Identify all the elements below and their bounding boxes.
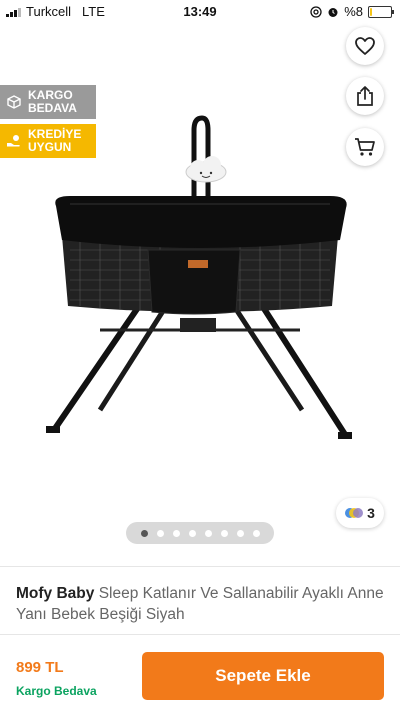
product-title: Mofy Baby Sleep Katlanır Ve Sallanabilir…: [16, 583, 384, 625]
battery-percent: %8: [344, 4, 363, 19]
color-variants-button[interactable]: 3: [336, 498, 384, 528]
pagination-dot[interactable]: [172, 529, 180, 537]
at-sign-icon: [310, 5, 322, 18]
divider-top: [0, 566, 400, 567]
pagination-dot[interactable]: [156, 529, 164, 537]
back-button[interactable]: [22, 30, 56, 60]
hand-coin-icon: [7, 135, 20, 147]
bottom-bar: 899 TL Kargo Bedava Sepete Ekle: [0, 636, 400, 711]
product-image[interactable]: [40, 110, 360, 450]
pagination-dot[interactable]: [204, 529, 212, 537]
status-right: %8: [310, 4, 394, 19]
image-pagination: [126, 522, 274, 544]
color-variant-count: 3: [367, 505, 375, 521]
pagination-dot[interactable]: [236, 529, 244, 537]
pagination-dot[interactable]: [140, 529, 148, 537]
share-icon: [357, 86, 373, 106]
battery-icon: [368, 5, 394, 18]
pagination-dot[interactable]: [220, 529, 228, 537]
add-to-cart-button[interactable]: Sepete Ekle: [142, 652, 384, 700]
arrow-left-icon: [27, 34, 52, 56]
shipping-info: Kargo Bedava: [16, 684, 97, 698]
price: 899 TL: [16, 659, 64, 676]
pagination-dot[interactable]: [252, 529, 260, 537]
pagination-dot[interactable]: [188, 529, 196, 537]
favorite-button[interactable]: [346, 27, 384, 65]
brand-name[interactable]: Mofy Baby: [16, 585, 94, 602]
alarm-icon: [328, 7, 338, 17]
color-swatch-icon: [345, 508, 364, 518]
heart-icon: [355, 37, 375, 55]
status-bar: Turkcell LTE 13:49 %8: [0, 0, 400, 22]
divider-bottom: [0, 634, 400, 635]
box-icon: [7, 95, 21, 109]
